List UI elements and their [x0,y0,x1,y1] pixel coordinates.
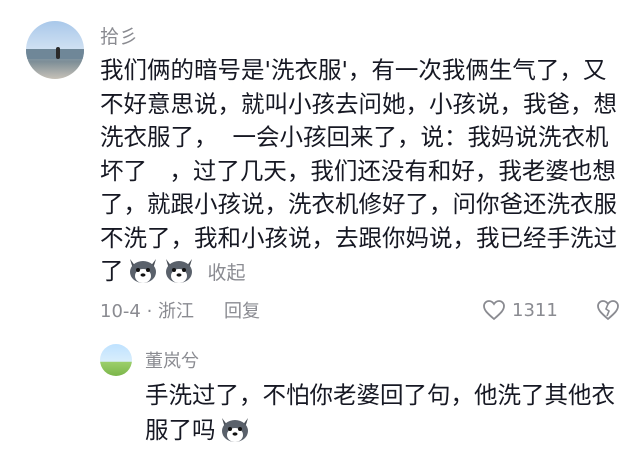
comment-avatar[interactable] [26,21,84,79]
reply-body: 手洗过了，不怕你老婆回了句，他洗了其他衣服了吗 [145,381,615,444]
husky-emoji-icon [129,259,156,283]
heart-icon [483,300,505,321]
reply-avatar[interactable] [100,344,132,376]
collapse-link[interactable]: 收起 [208,262,246,284]
comment-username[interactable]: 拾彡 [100,22,138,49]
date-location: 10-4 · 浙江 [100,301,195,322]
husky-emoji-icon [221,418,248,442]
reply-text: 手洗过了，不怕你老婆回了句，他洗了其他衣服了吗 [145,378,625,448]
broken-heart-icon[interactable] [596,298,620,322]
reply-username[interactable]: 董岚兮 [145,347,199,373]
comment-body: 我们俩的暗号是'洗衣服'，有一次我俩生气了，又不好意思说，就叫小孩去问她，小孩说… [100,56,617,285]
comment-meta: 10-4 · 浙江 回复 [100,296,260,324]
like-count: 1311 [512,299,558,321]
like-button[interactable]: 1311 [482,296,558,324]
husky-emoji-icon [165,259,192,283]
comment-text: 我们俩的暗号是'洗衣服'，有一次我俩生气了，又不好意思说，就叫小孩去问她，小孩说… [100,54,620,291]
reply-button[interactable]: 回复 [224,297,260,323]
